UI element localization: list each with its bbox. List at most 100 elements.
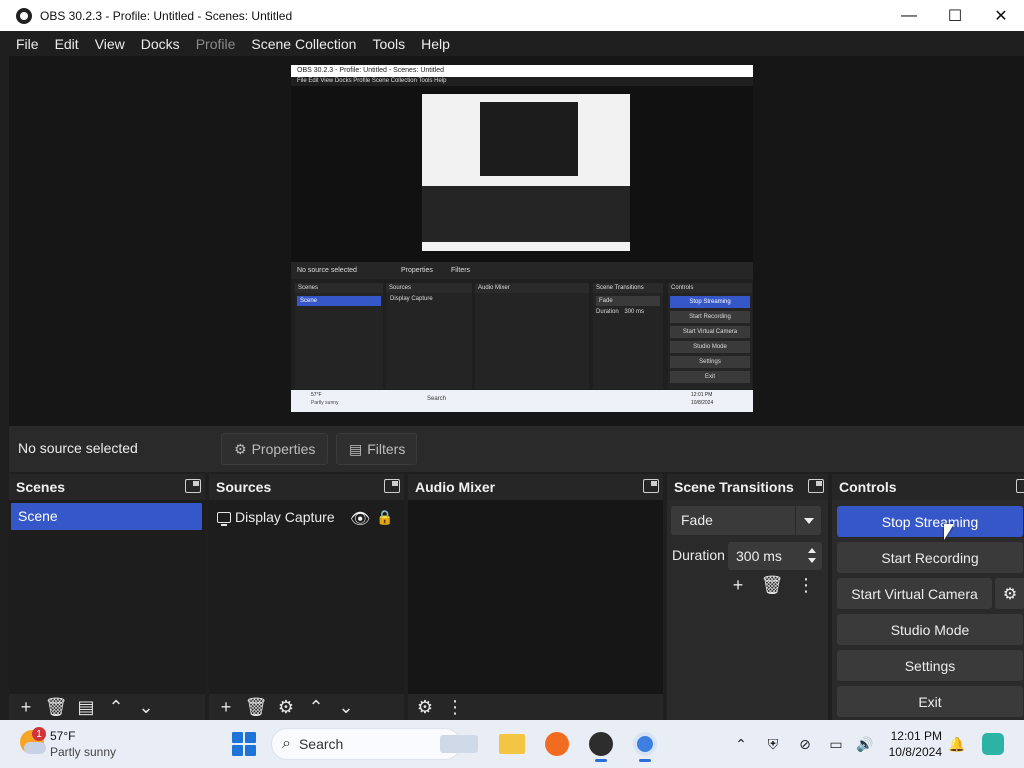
weather-temp: 57°F [50,729,76,743]
preview-no-source: No source selected [297,267,357,274]
preview-controls-dock: Controls Stop Streaming Start Recording … [668,283,752,389]
trash-icon[interactable]: 🗑 [761,574,784,596]
preview-weather-cond: Partly sunny [311,400,339,406]
clock-time: 12:01 PM [890,729,942,743]
display-icon[interactable]: ▭ [825,730,847,758]
studio-mode-button[interactable]: Studio Mode [837,614,1023,645]
spin-up-icon[interactable] [808,548,816,553]
stop-streaming-button[interactable]: Stop Streaming [837,506,1023,537]
weather-widget[interactable]: 1 57°F Partly sunny [20,726,130,762]
source-name: Display Capture [235,509,335,525]
controls-dock-title: Controls [839,479,897,495]
gear-icon[interactable]: ⚙ [275,696,297,718]
preview-duration: Duration 300 ms [596,309,660,315]
taskbar-search[interactable]: ⌕ Search [271,728,461,760]
gear-icon[interactable]: ⚙ [414,696,436,718]
kebab-menu-icon[interactable]: ⋮ [444,696,466,718]
properties-label: Properties [251,441,316,457]
windows-start-icon[interactable] [232,732,256,756]
shield-icon[interactable]: ⛨ [762,730,784,758]
preview-audio-dock: Audio Mixer [475,283,589,389]
chevron-up-icon[interactable]: ⌃ [305,696,327,718]
menu-file[interactable]: File [8,36,47,52]
spin-down-icon[interactable] [808,558,816,563]
duration-spinbox[interactable]: 300 ms [728,542,822,570]
source-list-item[interactable]: Display Capture 👁 🔒 [213,504,400,530]
preview-source-bar: No source selected Properties Filters [291,262,753,279]
menu-view[interactable]: View [87,36,133,52]
preview-time: 12:01 PM [691,392,713,398]
chrome-icon[interactable] [631,730,659,762]
obs-taskbar-icon[interactable] [587,730,615,762]
preview-canvas [291,86,753,262]
undock-icon[interactable] [185,479,201,493]
chevron-up-icon[interactable]: ⌃ [732,730,750,758]
chevron-down-icon[interactable]: ⌄ [335,696,357,718]
menu-tools[interactable]: Tools [364,36,413,52]
preview-nested-capture [422,94,630,251]
kebab-menu-icon[interactable]: ⋮ [795,574,817,596]
preview-source-item: Display Capture [390,296,433,302]
firefox-icon[interactable] [543,730,571,758]
chevron-down-icon[interactable]: ⌄ [135,696,157,718]
minimize-button[interactable]: — [886,0,932,31]
notification-bell-icon[interactable]: 🔔 [946,730,968,758]
virtual-camera-settings-button[interactable]: ⚙ [995,578,1024,609]
properties-button[interactable]: ⚙ Properties [221,433,328,465]
taskbar-clock[interactable]: 12:01 PM 10/8/2024 [884,728,942,760]
audio-mixer-dock-header: Audio Mixer [408,474,663,500]
trash-icon[interactable]: 🗑 [45,696,68,718]
undock-icon[interactable] [643,479,659,493]
network-off-icon[interactable]: ⊘ [794,730,816,758]
preview-menu: File Edit View Docks Profile Scene Colle… [291,77,753,86]
menu-edit[interactable]: Edit [47,36,87,52]
add-icon[interactable]: + [215,696,237,718]
preview-area[interactable]: OBS 30.2.3 - Profile: Untitled - Scenes:… [9,56,1024,426]
chevron-up-icon[interactable]: ⌃ [105,696,127,718]
menu-scene-collection[interactable]: Scene Collection [243,36,364,52]
copilot-icon[interactable] [980,730,1006,758]
maximize-button[interactable]: ☐ [932,0,978,31]
trash-icon[interactable]: 🗑 [245,696,268,718]
filters-button[interactable]: ▤ Filters [336,433,417,465]
undock-icon[interactable] [1016,479,1024,493]
volume-icon[interactable]: 🔊 [854,730,876,758]
controls-dock-header: Controls [832,474,1024,500]
lock-icon[interactable]: 🔒 [376,509,393,525]
settings-button[interactable]: Settings [837,650,1023,681]
weather-badge: 1 [32,727,46,741]
add-icon[interactable]: + [727,574,749,596]
preview-scenes-title: Scenes [295,283,383,293]
menu-profile: Profile [195,35,236,52]
undock-icon[interactable] [384,479,400,493]
start-virtual-camera-button[interactable]: Start Virtual Camera [837,578,992,609]
preview-controls-title: Controls [668,283,752,293]
source-toolbar: No source selected ⚙ Properties ▤ Filter… [9,426,1024,472]
scenes-dock-header: Scenes [9,474,205,500]
sources-toolbar: + 🗑 ⚙ ⌃ ⌄ [209,694,404,720]
sources-dock-title: Sources [216,479,272,495]
start-recording-button[interactable]: Start Recording [837,542,1023,573]
transition-select[interactable]: Fade [671,506,821,535]
widgets-icon[interactable] [436,730,482,758]
scene-filters-icon[interactable]: ▤ [75,696,97,718]
preview-duration-label: Duration [596,309,619,315]
duration-value: 300 ms [736,548,782,564]
scene-list-item[interactable]: Scene [11,503,202,530]
scenes-dock: Scenes Scene + 🗑 ▤ ⌃ ⌄ [9,474,205,720]
menu-docks[interactable]: Docks [133,36,188,52]
preview-taskbar: 57°F Partly sunny Search 12:01 PM 10/8/2… [291,390,753,412]
undock-icon[interactable] [808,479,824,493]
obs-app-icon [16,7,32,24]
eye-icon[interactable]: 👁 [350,509,370,528]
preview-properties: Properties [401,267,433,274]
file-explorer-icon[interactable] [498,730,526,758]
close-button[interactable]: ✕ [978,0,1024,31]
sources-list: Display Capture 👁 🔒 [209,500,404,694]
menu-help[interactable]: Help [413,36,458,52]
add-icon[interactable]: + [15,696,37,718]
chevron-down-icon[interactable] [795,506,821,535]
preview-filters: Filters [451,267,471,274]
exit-button[interactable]: Exit [837,686,1023,717]
preview-studio-mode: Studio Mode [670,341,750,353]
